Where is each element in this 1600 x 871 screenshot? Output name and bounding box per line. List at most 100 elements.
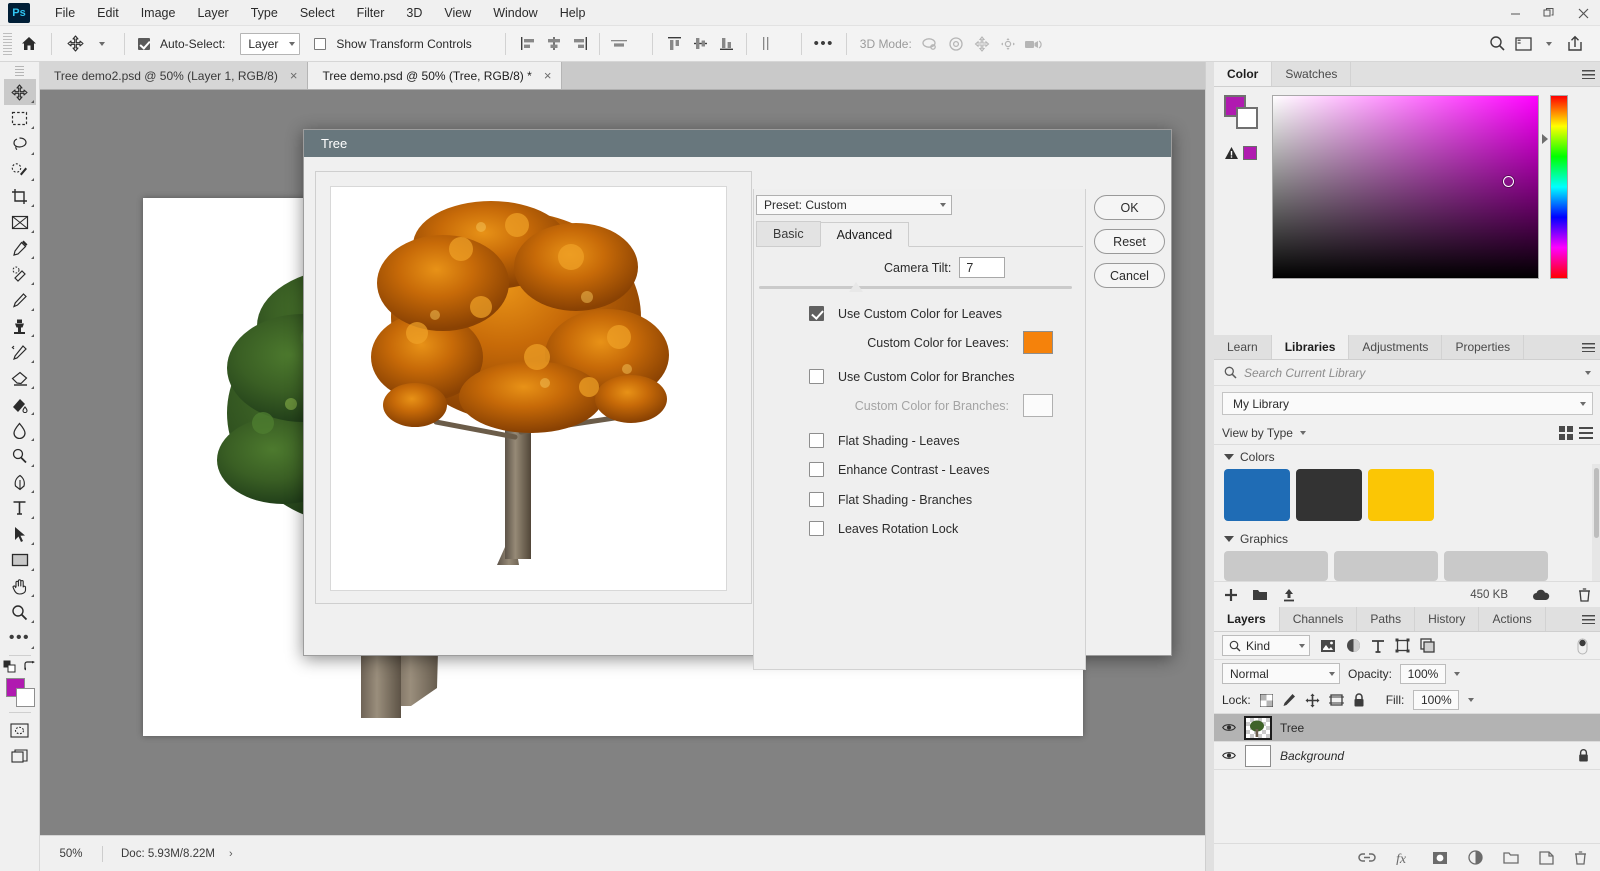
lock-artboard-icon[interactable] <box>1328 693 1344 707</box>
chevron-down-icon[interactable] <box>1585 370 1591 375</box>
dodge-tool[interactable] <box>4 443 36 469</box>
custom-color-branches-swatch[interactable] <box>1023 394 1053 417</box>
type-tool[interactable] <box>4 495 36 521</box>
color-background-swatch[interactable] <box>1236 107 1258 129</box>
close-icon[interactable]: × <box>290 69 298 82</box>
add-icon[interactable] <box>1224 588 1238 602</box>
eyedropper-tool[interactable] <box>4 235 36 261</box>
path-selection-tool[interactable] <box>4 521 36 547</box>
pan-3d-icon[interactable] <box>969 31 995 57</box>
library-section-graphics[interactable]: Graphics <box>1214 527 1600 549</box>
menu-help[interactable]: Help <box>549 3 597 23</box>
layer-mask-icon[interactable] <box>1432 851 1448 865</box>
library-graphic-item[interactable] <box>1224 551 1328 581</box>
orbit-3d-icon[interactable] <box>917 31 943 57</box>
layer-visibility-eye-icon[interactable] <box>1222 750 1236 761</box>
tab-channels[interactable]: Channels <box>1279 607 1358 631</box>
new-group-icon[interactable] <box>1503 851 1519 864</box>
camera-tilt-input[interactable]: 7 <box>959 257 1006 278</box>
dialog-tab-basic[interactable]: Basic <box>756 221 821 246</box>
tools-panel-grip[interactable] <box>15 66 24 76</box>
gamut-warning-swatch[interactable] <box>1243 146 1257 160</box>
clone-stamp-tool[interactable] <box>4 313 36 339</box>
tab-layers[interactable]: Layers <box>1214 607 1280 631</box>
home-icon[interactable] <box>16 31 42 57</box>
hand-tool[interactable] <box>4 573 36 599</box>
fill-input[interactable]: 100% <box>1413 690 1460 710</box>
layer-thumbnail[interactable] <box>1244 715 1272 740</box>
tab-learn[interactable]: Learn <box>1214 335 1272 359</box>
menu-edit[interactable]: Edit <box>86 3 130 23</box>
distribute-vertical-icon[interactable] <box>753 31 779 57</box>
pen-tool[interactable] <box>4 469 36 495</box>
library-graphic-item[interactable] <box>1334 551 1438 581</box>
search-input[interactable]: Search Current Library <box>1244 366 1365 380</box>
leaves-rotation-lock-checkbox[interactable]: Leaves Rotation Lock <box>809 521 958 536</box>
gamut-warning[interactable] <box>1224 146 1272 160</box>
menu-layer[interactable]: Layer <box>186 3 239 23</box>
ok-button[interactable]: OK <box>1094 195 1165 220</box>
tab-history[interactable]: History <box>1415 607 1480 631</box>
more-options-button[interactable]: ••• <box>811 31 837 57</box>
smart-object-icon[interactable] <box>1420 638 1435 653</box>
libraries-scrollbar[interactable] <box>1592 464 1600 582</box>
dialog-title-bar[interactable]: Tree <box>304 130 1171 157</box>
fill-chevron-down-icon[interactable] <box>1468 698 1475 702</box>
options-bar-grip[interactable] <box>3 32 12 55</box>
tab-properties[interactable]: Properties <box>1442 335 1525 359</box>
screen-mode-icon[interactable] <box>4 743 36 769</box>
camera-tilt-slider[interactable] <box>759 282 1072 296</box>
layer-style-icon[interactable]: fx <box>1396 851 1412 865</box>
tab-paths[interactable]: Paths <box>1357 607 1416 631</box>
type-layers-icon[interactable] <box>1371 639 1385 653</box>
move-tool-chevron-down-icon[interactable] <box>89 31 115 57</box>
menu-image[interactable]: Image <box>130 3 187 23</box>
lasso-tool[interactable] <box>4 131 36 157</box>
minimize-button[interactable] <box>1498 0 1532 26</box>
tab-color[interactable]: Color <box>1214 62 1273 86</box>
camera-3d-icon[interactable] <box>1021 31 1047 57</box>
menu-file[interactable]: File <box>44 3 86 23</box>
opacity-chevron-down-icon[interactable] <box>1454 671 1461 676</box>
quick-mask-icon[interactable] <box>4 717 36 743</box>
layers-panel-menu-button[interactable] <box>1582 607 1595 632</box>
enhance-contrast-leaves-checkbox[interactable]: Enhance Contrast - Leaves <box>809 462 989 477</box>
zoom-level[interactable]: 50% <box>40 848 102 860</box>
lock-all-icon[interactable] <box>1353 692 1365 708</box>
foreground-background-color[interactable] <box>4 678 36 708</box>
list-view-icon[interactable] <box>1579 426 1593 440</box>
cancel-button[interactable]: Cancel <box>1094 263 1165 288</box>
auto-select-target-dropdown[interactable]: Layer <box>240 32 301 55</box>
layer-name[interactable]: Tree <box>1280 721 1304 735</box>
slider-thumb[interactable] <box>849 282 863 292</box>
shape-layers-icon[interactable] <box>1395 638 1410 653</box>
roll-3d-icon[interactable] <box>943 31 969 57</box>
adjustment-layer-icon[interactable] <box>1468 850 1483 865</box>
close-icon[interactable]: × <box>544 69 552 82</box>
dock-collapse-rail[interactable] <box>1206 62 1214 871</box>
adjustment-layers-icon[interactable] <box>1346 638 1361 653</box>
lock-image-pixels-icon[interactable] <box>1282 693 1296 707</box>
frame-tool[interactable] <box>4 209 36 235</box>
layer-lock-icon[interactable] <box>1578 748 1589 763</box>
color-picker-cursor[interactable] <box>1503 176 1514 187</box>
lock-transparent-pixels-icon[interactable] <box>1259 693 1273 707</box>
blur-tool[interactable] <box>4 417 36 443</box>
quick-selection-tool[interactable] <box>4 157 36 183</box>
share-icon[interactable] <box>1562 31 1588 57</box>
library-swatch-dark[interactable] <box>1296 469 1362 521</box>
layer-row-background[interactable]: Background <box>1214 742 1600 770</box>
crop-tool[interactable] <box>4 183 36 209</box>
eraser-tool[interactable] <box>4 365 36 391</box>
restore-button[interactable] <box>1532 0 1566 26</box>
libraries-panel-menu-button[interactable] <box>1582 335 1595 360</box>
align-left-edges-icon[interactable] <box>515 31 541 57</box>
move-tool[interactable] <box>3 79 36 105</box>
library-section-colors[interactable]: Colors <box>1214 445 1600 467</box>
move-tool-icon[interactable] <box>61 31 89 57</box>
zoom-tool[interactable] <box>4 599 36 625</box>
preset-dropdown[interactable]: Preset: Custom <box>756 195 952 215</box>
layer-visibility-eye-icon[interactable] <box>1222 722 1236 733</box>
align-right-edges-icon[interactable] <box>567 31 593 57</box>
tab-swatches[interactable]: Swatches <box>1272 62 1352 86</box>
